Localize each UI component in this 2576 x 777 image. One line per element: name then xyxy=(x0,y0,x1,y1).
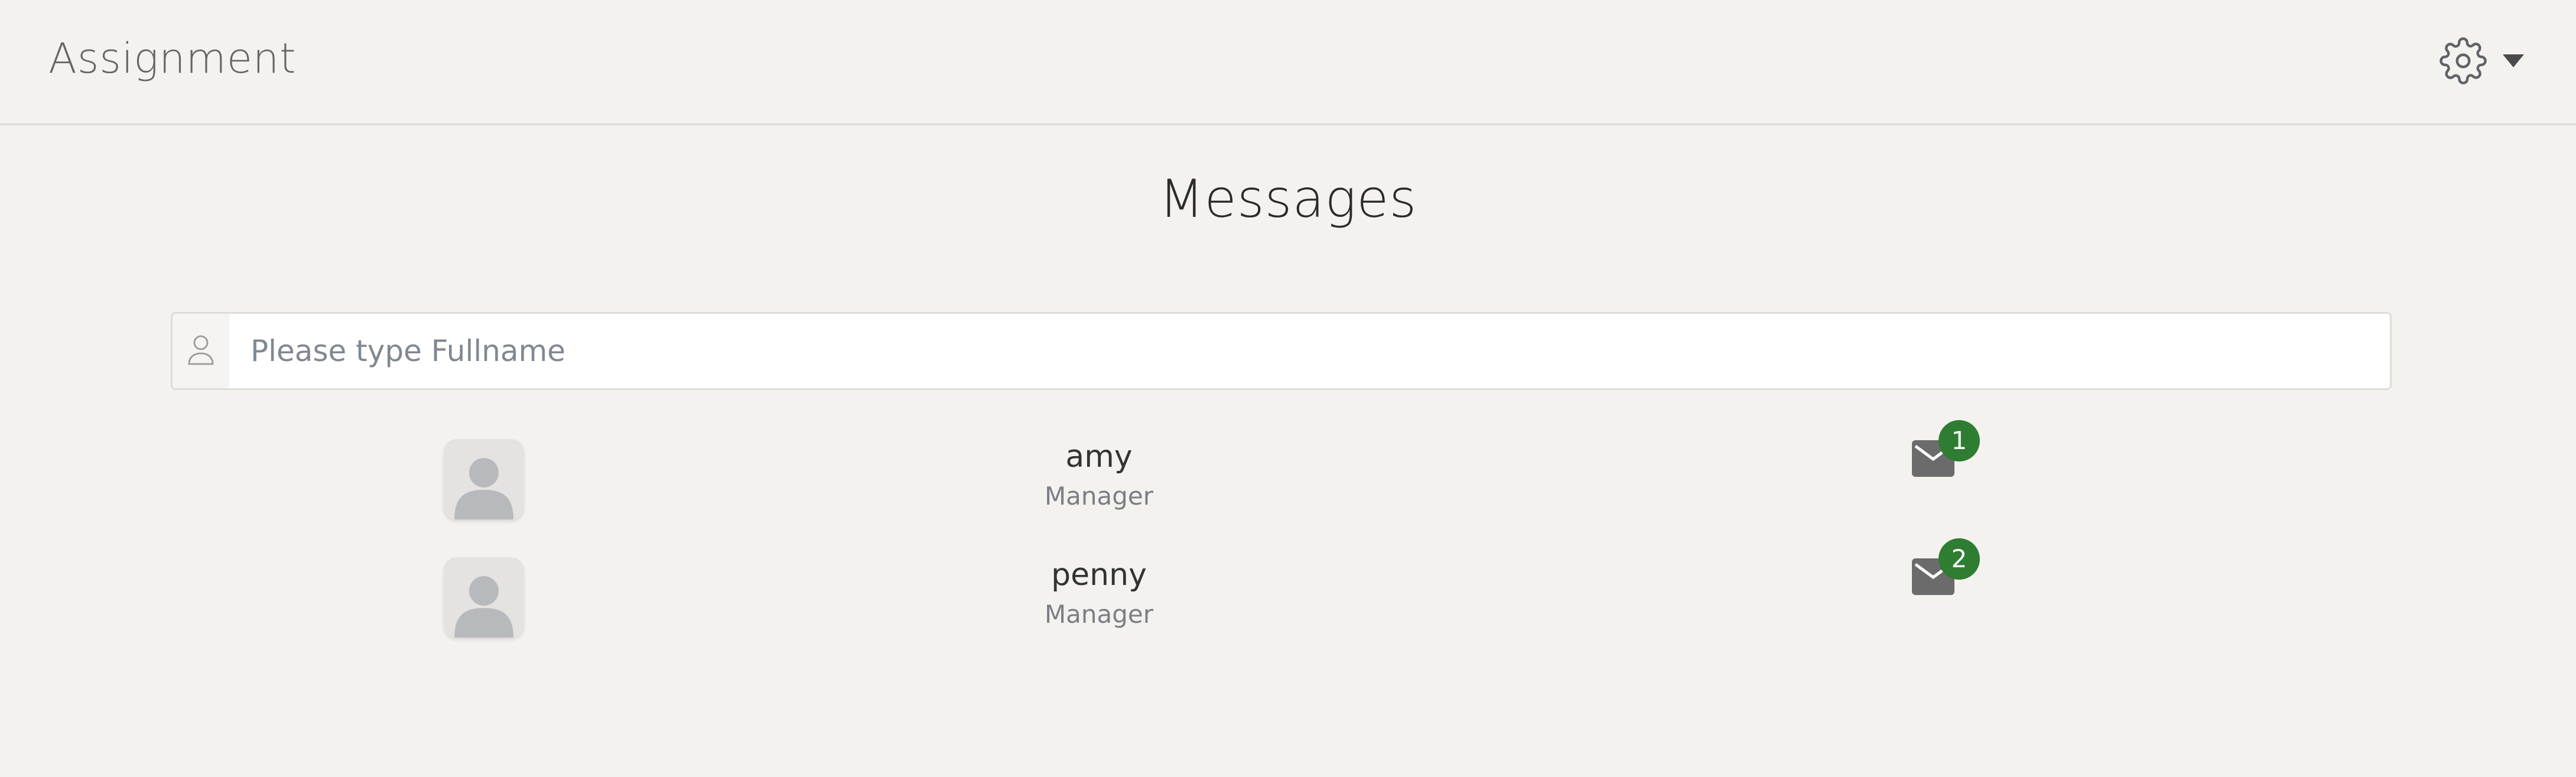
message-button[interactable]: 2 xyxy=(1912,538,1983,603)
unread-count-badge: 2 xyxy=(1938,538,1980,580)
contact-info: penny Manager xyxy=(951,557,1247,629)
contact-name: penny xyxy=(1051,557,1147,593)
user-avatar-icon xyxy=(444,557,524,638)
user-avatar-icon xyxy=(444,439,524,519)
contact-row[interactable]: amy Manager 1 xyxy=(0,420,2576,557)
search-addon xyxy=(173,314,229,388)
unread-count-badge: 1 xyxy=(1938,420,1980,461)
contact-role: Manager xyxy=(1044,600,1154,629)
page-title: Messages xyxy=(1159,168,1417,229)
user-icon xyxy=(187,333,215,369)
settings-menu[interactable] xyxy=(2439,37,2524,85)
gear-icon[interactable] xyxy=(2439,37,2487,85)
contact-role: Manager xyxy=(1044,482,1154,511)
contact-info: amy Manager xyxy=(951,439,1247,511)
fullname-search-input[interactable] xyxy=(229,314,2390,388)
top-navbar: Assignment xyxy=(0,0,2576,125)
caret-down-icon[interactable] xyxy=(2503,54,2524,67)
contact-name: amy xyxy=(1065,439,1133,474)
contact-row[interactable]: penny Manager 2 xyxy=(0,538,2576,675)
search-box[interactable] xyxy=(171,312,2392,390)
app-title: Assignment xyxy=(48,34,297,83)
message-button[interactable]: 1 xyxy=(1912,420,1983,485)
